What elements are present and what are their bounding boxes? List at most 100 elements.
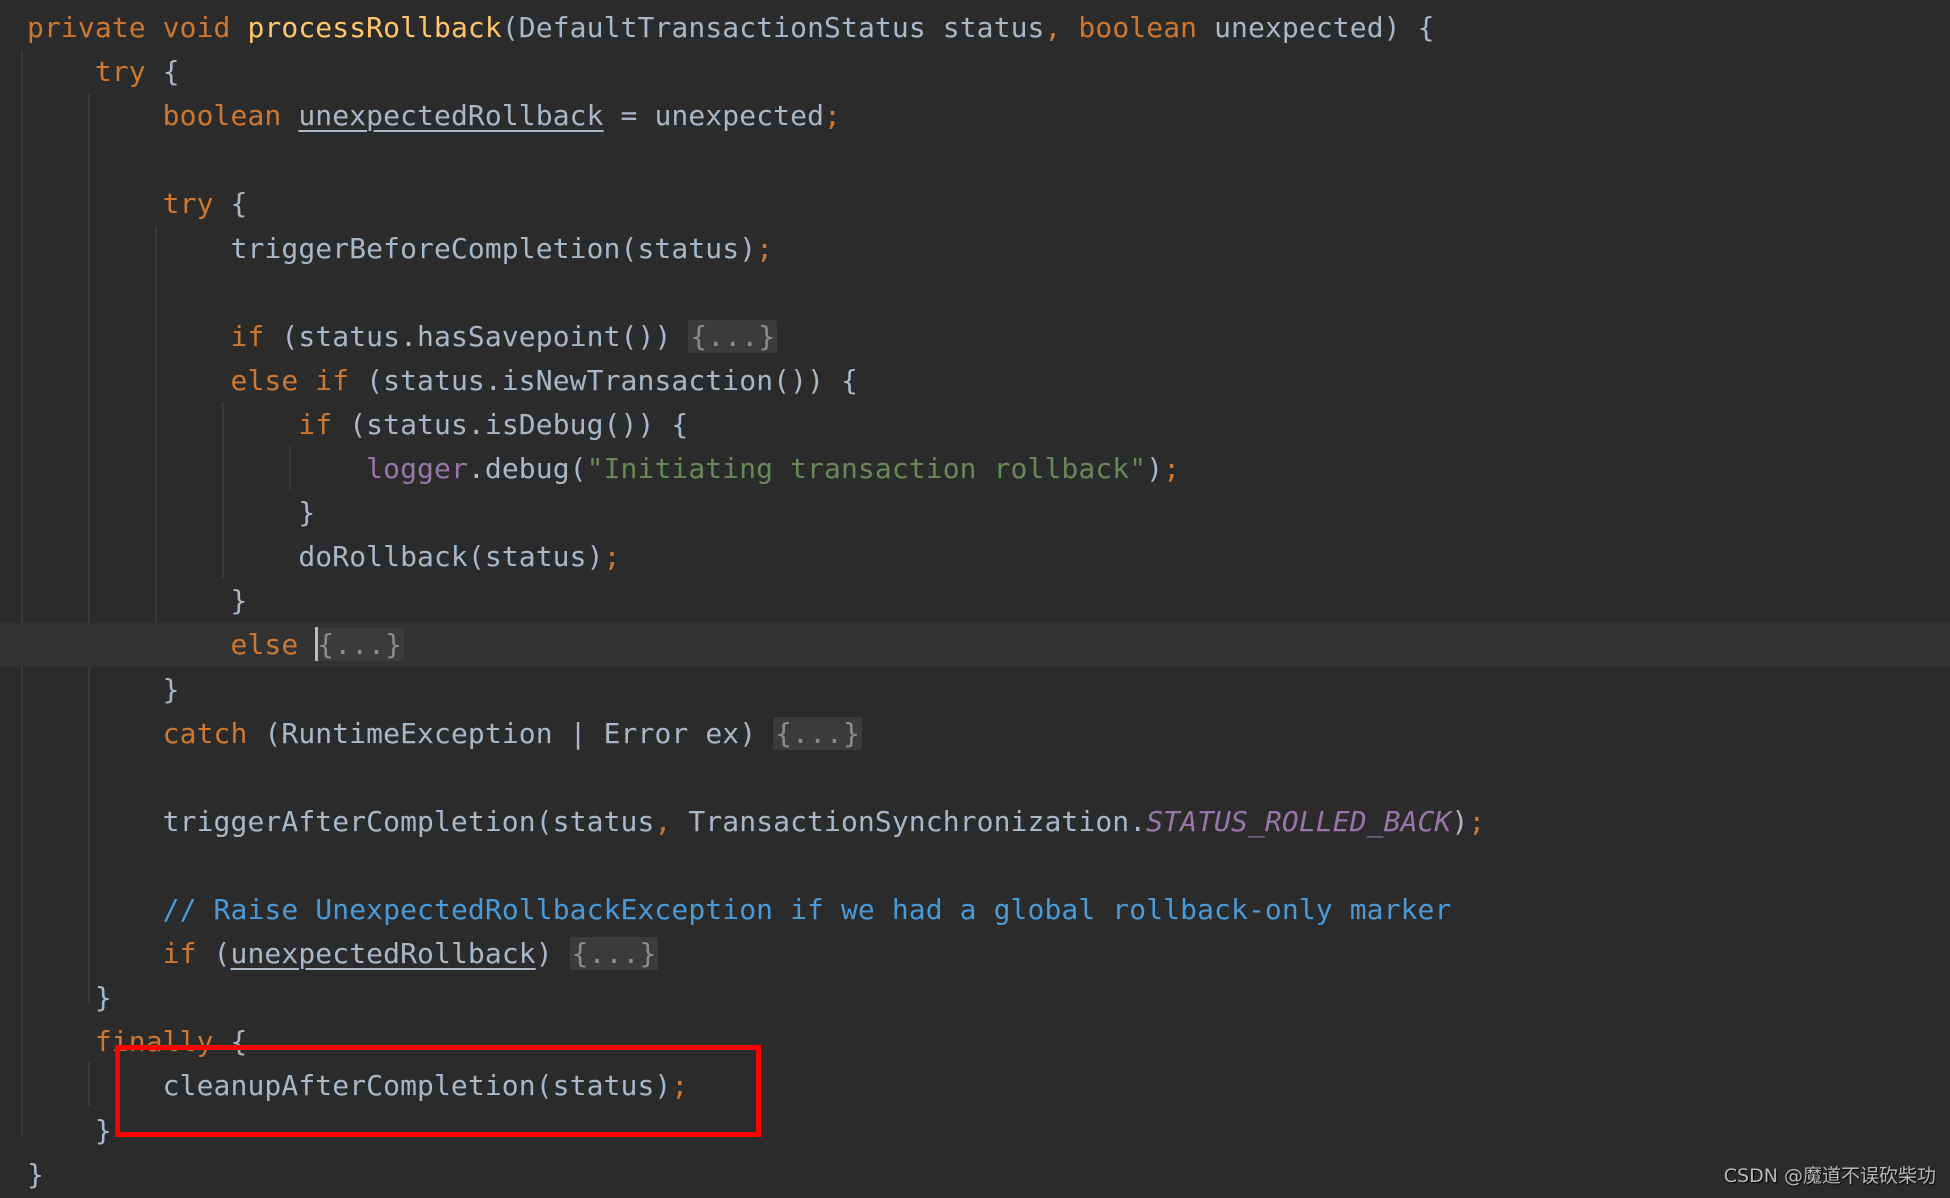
code-line[interactable]: } <box>0 976 1950 1020</box>
code-text: triggerBeforeCompletion(status) <box>27 231 757 265</box>
method-name: processRollback <box>247 11 502 44</box>
code-line-current[interactable]: else {...} <box>0 623 1950 668</box>
code-line[interactable]: catch (RuntimeException | Error ex) {...… <box>0 712 1950 756</box>
code-text: } <box>27 981 112 1015</box>
code-line[interactable]: private void processRollback(DefaultTran… <box>0 6 1950 50</box>
code-text: } <box>27 672 180 706</box>
code-line[interactable]: if (status.isDebug()) { <box>0 403 1950 447</box>
code-line-content: } <box>27 1153 44 1197</box>
punctuation: ; <box>1163 452 1181 485</box>
keyword: boolean <box>162 99 299 133</box>
code-text: .debug( <box>467 452 587 485</box>
punctuation: ; <box>603 540 621 574</box>
code-line-content: logger.debug("Initiating transaction rol… <box>27 447 1180 491</box>
code-text: } <box>27 1157 44 1191</box>
code-line[interactable] <box>0 138 1950 182</box>
code-text: (status.isNewTransaction()) { <box>366 363 858 397</box>
code-line-content: try { <box>27 50 180 94</box>
code-line[interactable]: // Raise UnexpectedRollbackException if … <box>0 888 1950 932</box>
code-line[interactable]: } <box>0 579 1950 623</box>
code-text: TransactionSynchronization. <box>688 804 1147 838</box>
code-line[interactable]: } <box>0 491 1950 535</box>
code-text: } <box>27 1113 112 1147</box>
red-annotation-box <box>115 1045 761 1137</box>
code-line[interactable] <box>0 756 1950 800</box>
keyword: boolean <box>1078 11 1215 44</box>
code-line-content: else {...} <box>27 623 405 667</box>
code-line-content: boolean unexpectedRollback = unexpected; <box>27 94 841 138</box>
keyword: void <box>162 11 248 44</box>
code-text: { <box>230 187 248 221</box>
folded-code-block[interactable]: {...} <box>315 628 405 662</box>
folded-code-block[interactable]: {...} <box>569 937 659 971</box>
keyword: if <box>298 407 350 441</box>
code-text: (DefaultTransactionStatus status <box>501 11 1045 44</box>
punctuation: ; <box>824 99 841 133</box>
code-line-content: } <box>27 976 112 1020</box>
code-text: ( <box>213 937 231 971</box>
folded-code-block[interactable]: {...} <box>688 319 778 353</box>
code-line[interactable] <box>0 844 1950 888</box>
code-line[interactable]: if (unexpectedRollback) {...} <box>0 932 1950 976</box>
code-line[interactable]: doRollback(status); <box>0 535 1950 579</box>
code-text: (RuntimeException | Error ex) <box>264 716 774 750</box>
constant: STATUS_ROLLED_BACK <box>1146 804 1452 838</box>
field-reference: logger <box>366 452 468 485</box>
code-line-content: doRollback(status); <box>27 535 621 579</box>
code-line[interactable]: else if (status.isNewTransaction()) { <box>0 359 1950 403</box>
punctuation: , <box>1044 11 1079 44</box>
code-line-content: } <box>27 491 315 535</box>
variable-reference: unexpectedRollback <box>298 99 604 133</box>
code-text: } <box>27 496 316 530</box>
code-text: (status.isDebug()) { <box>349 407 689 441</box>
code-line-content: private void processRollback(DefaultTran… <box>27 6 1435 50</box>
punctuation: ; <box>756 231 774 265</box>
code-line[interactable]: logger.debug("Initiating transaction rol… <box>0 447 1950 491</box>
keyword: if <box>162 937 214 971</box>
code-line-content: triggerBeforeCompletion(status); <box>27 227 773 271</box>
comment: // Raise UnexpectedRollbackException if … <box>162 893 1452 926</box>
code-line[interactable]: try { <box>0 50 1950 94</box>
variable-reference: unexpectedRollback <box>230 937 536 971</box>
code-line[interactable]: try { <box>0 182 1950 226</box>
keyword: try <box>94 55 163 89</box>
code-line-content: else if (status.isNewTransaction()) { <box>27 359 858 403</box>
code-line[interactable]: } <box>0 1153 1950 1197</box>
code-text: triggerAfterCompletion(status <box>27 804 655 838</box>
code-text: } <box>27 584 248 618</box>
code-text: { <box>162 55 180 89</box>
code-line[interactable]: boolean unexpectedRollback = unexpected; <box>0 94 1950 138</box>
keyword: try <box>162 187 231 221</box>
keyword: else <box>230 628 316 662</box>
code-text: = unexpected <box>603 99 825 133</box>
code-line-content: } <box>27 579 247 623</box>
code-line[interactable]: } <box>0 668 1950 712</box>
keyword: catch <box>162 716 265 750</box>
code-line[interactable]: triggerAfterCompletion(status, Transacti… <box>0 800 1950 844</box>
code-text: ) <box>1146 452 1164 485</box>
watermark: CSDN @魔道不误砍柴功 <box>1723 1165 1936 1187</box>
code-line-content: if (unexpectedRollback) {...} <box>27 932 659 976</box>
code-line[interactable]: triggerBeforeCompletion(status); <box>0 227 1950 271</box>
code-line-content: } <box>27 1109 112 1153</box>
code-line-content: catch (RuntimeException | Error ex) {...… <box>27 712 862 756</box>
text-caret <box>315 627 319 662</box>
code-text: unexpected) { <box>1214 11 1435 44</box>
code-line-content: if (status.hasSavepoint()) {...} <box>27 315 778 359</box>
code-text: (status.hasSavepoint()) <box>281 319 689 353</box>
code-editor[interactable]: private void processRollback(DefaultTran… <box>0 0 1950 1198</box>
code-line[interactable]: if (status.hasSavepoint()) {...} <box>0 315 1950 359</box>
code-text: doRollback(status) <box>27 540 604 574</box>
folded-code-block[interactable]: {...} <box>773 716 862 750</box>
string-literal: "Initiating transaction rollback" <box>586 452 1147 485</box>
code-line[interactable] <box>0 271 1950 315</box>
